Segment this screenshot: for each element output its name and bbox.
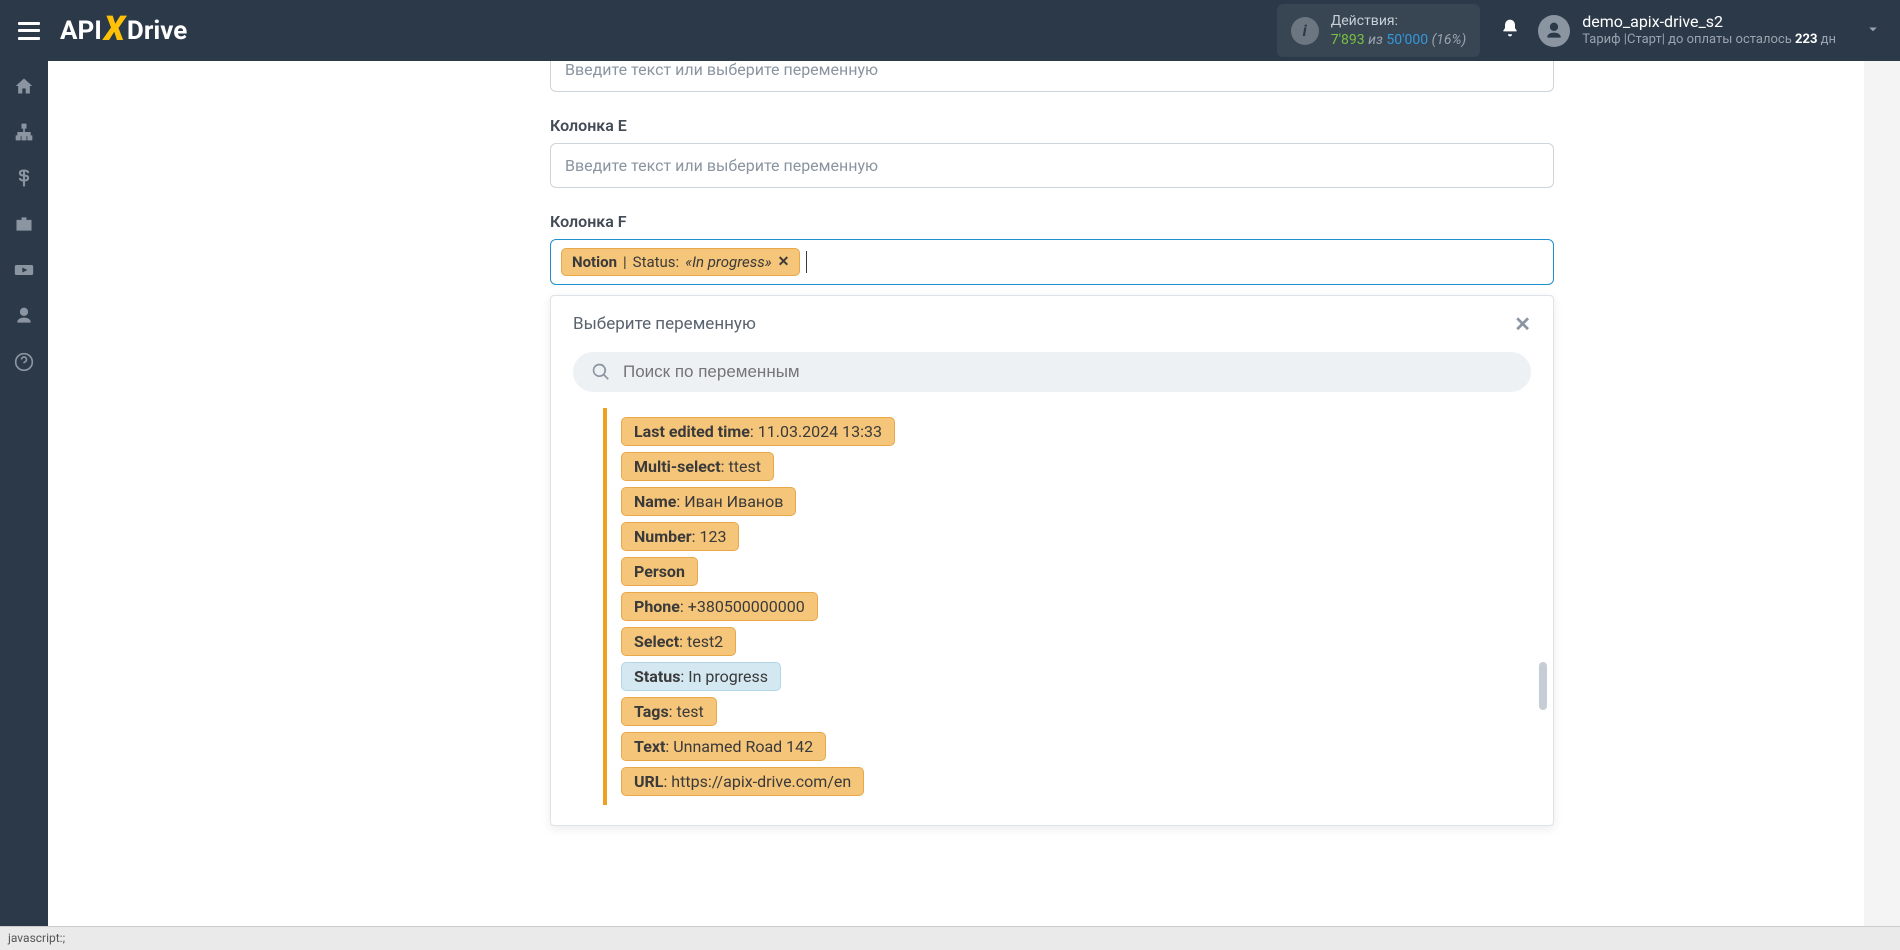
variable-item[interactable]: Text: Unnamed Road 142 xyxy=(621,732,826,761)
tag-sep: | xyxy=(623,253,627,271)
content: Введите текст или выберите переменную Ко… xyxy=(48,61,1900,926)
text-cursor xyxy=(806,251,807,273)
tag-value: «In progress» xyxy=(685,253,771,271)
col-f-label: Колонка F xyxy=(550,212,1554,231)
dropdown-scrollbar[interactable] xyxy=(1539,662,1547,710)
variable-item[interactable]: Person xyxy=(621,557,698,586)
tag-field: Status: xyxy=(633,253,680,271)
menu-burger-icon[interactable] xyxy=(18,22,40,40)
logo-part-api: API xyxy=(60,16,102,46)
variable-item[interactable]: Number: 123 xyxy=(621,522,739,551)
actions-used: 7'893 xyxy=(1331,32,1365,48)
field-col-f: Колонка F Notion | Status: «In progress»… xyxy=(550,212,1554,285)
variable-item[interactable]: Phone: +380500000000 xyxy=(621,592,818,621)
nav-sitemap-icon[interactable] xyxy=(13,121,35,143)
col-e-label: Колонка E xyxy=(550,116,1554,135)
info-icon: i xyxy=(1291,17,1319,45)
variable-item[interactable]: Select: test2 xyxy=(621,627,736,656)
logo[interactable]: API X Drive xyxy=(60,11,187,51)
variable-tag[interactable]: Notion | Status: «In progress» ✕ xyxy=(561,248,800,276)
actions-pct: (16%) xyxy=(1432,32,1467,48)
form-panel: Введите текст или выберите переменную Ко… xyxy=(48,61,1864,926)
logo-part-x: X xyxy=(104,9,125,49)
variable-item[interactable]: Tags: test xyxy=(621,697,717,726)
search-icon xyxy=(591,362,611,382)
dropdown-title: Выберите переменную xyxy=(573,314,756,334)
dropdown-body: Last edited time: 11.03.2024 13:33 Multi-… xyxy=(551,352,1553,825)
dropdown-close-icon[interactable]: ✕ xyxy=(1514,312,1531,336)
nav-home-icon[interactable] xyxy=(13,75,35,97)
actions-total: 50'000 xyxy=(1386,32,1428,48)
tariff-days: 223 xyxy=(1795,32,1817,47)
tariff-suffix: дн xyxy=(1817,32,1836,47)
field-previous: Введите текст или выберите переменную xyxy=(550,61,1554,92)
variable-item[interactable]: Multi-select: ttest xyxy=(621,452,774,481)
nav-help-icon[interactable] xyxy=(13,351,35,373)
actions-iz: из xyxy=(1368,32,1383,48)
col-f-input[interactable]: Notion | Status: «In progress» ✕ xyxy=(550,239,1554,285)
actions-text: Действия: 7'893 из 50'000 (16%) xyxy=(1331,12,1467,48)
sidebar xyxy=(0,61,48,926)
actions-counter[interactable]: i Действия: 7'893 из 50'000 (16%) xyxy=(1277,4,1481,56)
nav-youtube-icon[interactable] xyxy=(13,259,35,281)
dropdown-header: Выберите переменную ✕ xyxy=(551,296,1553,352)
chevron-down-icon[interactable] xyxy=(1864,20,1882,42)
tariff-prefix: Тариф |Старт| до оплаты осталось xyxy=(1582,32,1795,47)
variable-list: Last edited time: 11.03.2024 13:33 Multi-… xyxy=(603,408,1531,805)
variable-dropdown: Выберите переменную ✕ Last edited time: … xyxy=(550,295,1554,826)
actions-label: Действия: xyxy=(1331,12,1467,30)
variable-item[interactable]: URL: https://apix-drive.com/en xyxy=(621,767,864,796)
tag-remove-icon[interactable]: ✕ xyxy=(778,254,790,270)
search-box[interactable] xyxy=(573,352,1531,392)
field-col-e: Колонка E Введите текст или выберите пер… xyxy=(550,116,1554,188)
status-bar: javascript:; xyxy=(0,926,1900,950)
nav-briefcase-icon[interactable] xyxy=(13,213,35,235)
logo-part-drive: Drive xyxy=(127,16,187,46)
nav-dollar-icon[interactable] xyxy=(13,167,35,189)
variable-item[interactable]: Name: Иван Иванов xyxy=(621,487,796,516)
variable-item[interactable]: Last edited time: 11.03.2024 13:33 xyxy=(621,417,895,446)
user-info[interactable]: demo_apix-drive_s2 Тариф |Старт| до опла… xyxy=(1582,12,1836,50)
tag-source: Notion xyxy=(572,253,617,271)
col-e-input[interactable]: Введите текст или выберите переменную xyxy=(550,143,1554,188)
bell-icon[interactable] xyxy=(1500,18,1520,43)
col-prev-input[interactable]: Введите текст или выберите переменную xyxy=(550,61,1554,92)
header: API X Drive i Действия: 7'893 из 50'000 … xyxy=(0,0,1900,61)
variable-item[interactable]: Status: In progress xyxy=(621,662,781,691)
avatar-icon[interactable] xyxy=(1538,15,1570,47)
search-input[interactable] xyxy=(623,362,1513,382)
user-tariff: Тариф |Старт| до оплаты осталось 223 дн xyxy=(1582,32,1836,49)
user-name: demo_apix-drive_s2 xyxy=(1582,12,1836,33)
nav-user-icon[interactable] xyxy=(13,305,35,327)
